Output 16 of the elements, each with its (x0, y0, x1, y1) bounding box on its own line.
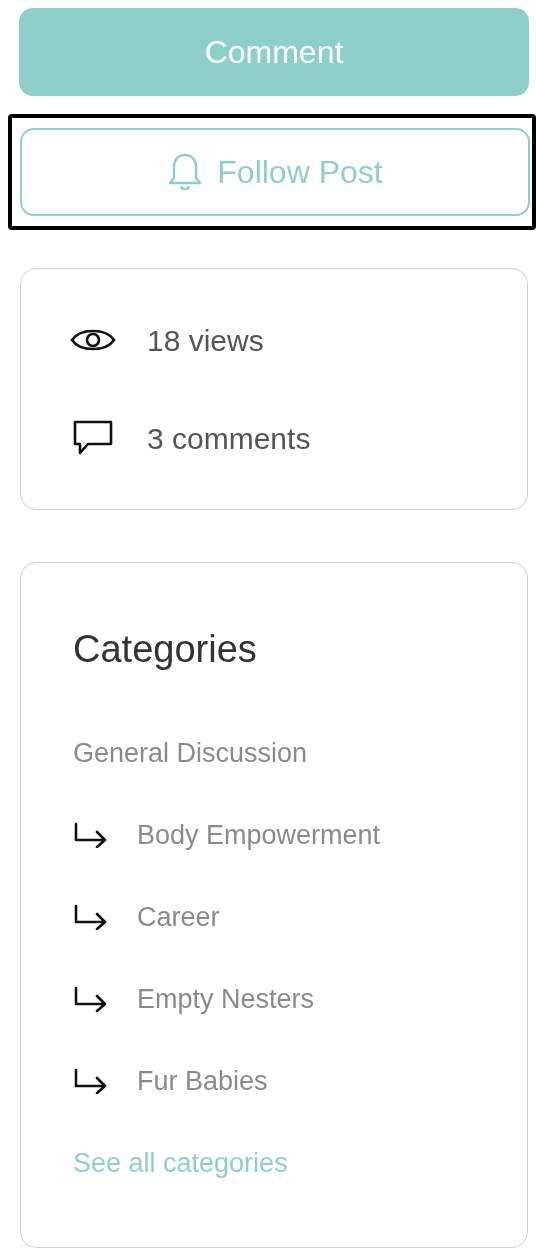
categories-heading: Categories (73, 627, 258, 673)
comment-button[interactable]: Comment (19, 8, 529, 96)
stat-text: 3 comments (147, 420, 311, 457)
turn-right-arrow-icon (73, 1068, 109, 1095)
category-link[interactable]: General Discussion (73, 712, 475, 795)
bell-icon (167, 152, 204, 192)
turn-right-arrow-icon (73, 822, 109, 849)
category-link[interactable]: Empty Nesters (137, 979, 315, 1020)
turn-right-arrow-icon (73, 904, 109, 931)
stat-text: 18 views (147, 322, 264, 359)
category-link[interactable]: Career (137, 897, 220, 938)
follow-post-button[interactable]: Follow Post (20, 128, 530, 216)
turn-right-arrow-icon (73, 986, 109, 1013)
see-all-categories-link[interactable]: See all categories (73, 1122, 475, 1205)
category-link[interactable]: Body Empowerment (137, 815, 381, 856)
category-link[interactable]: Fur Babies (137, 1061, 268, 1102)
